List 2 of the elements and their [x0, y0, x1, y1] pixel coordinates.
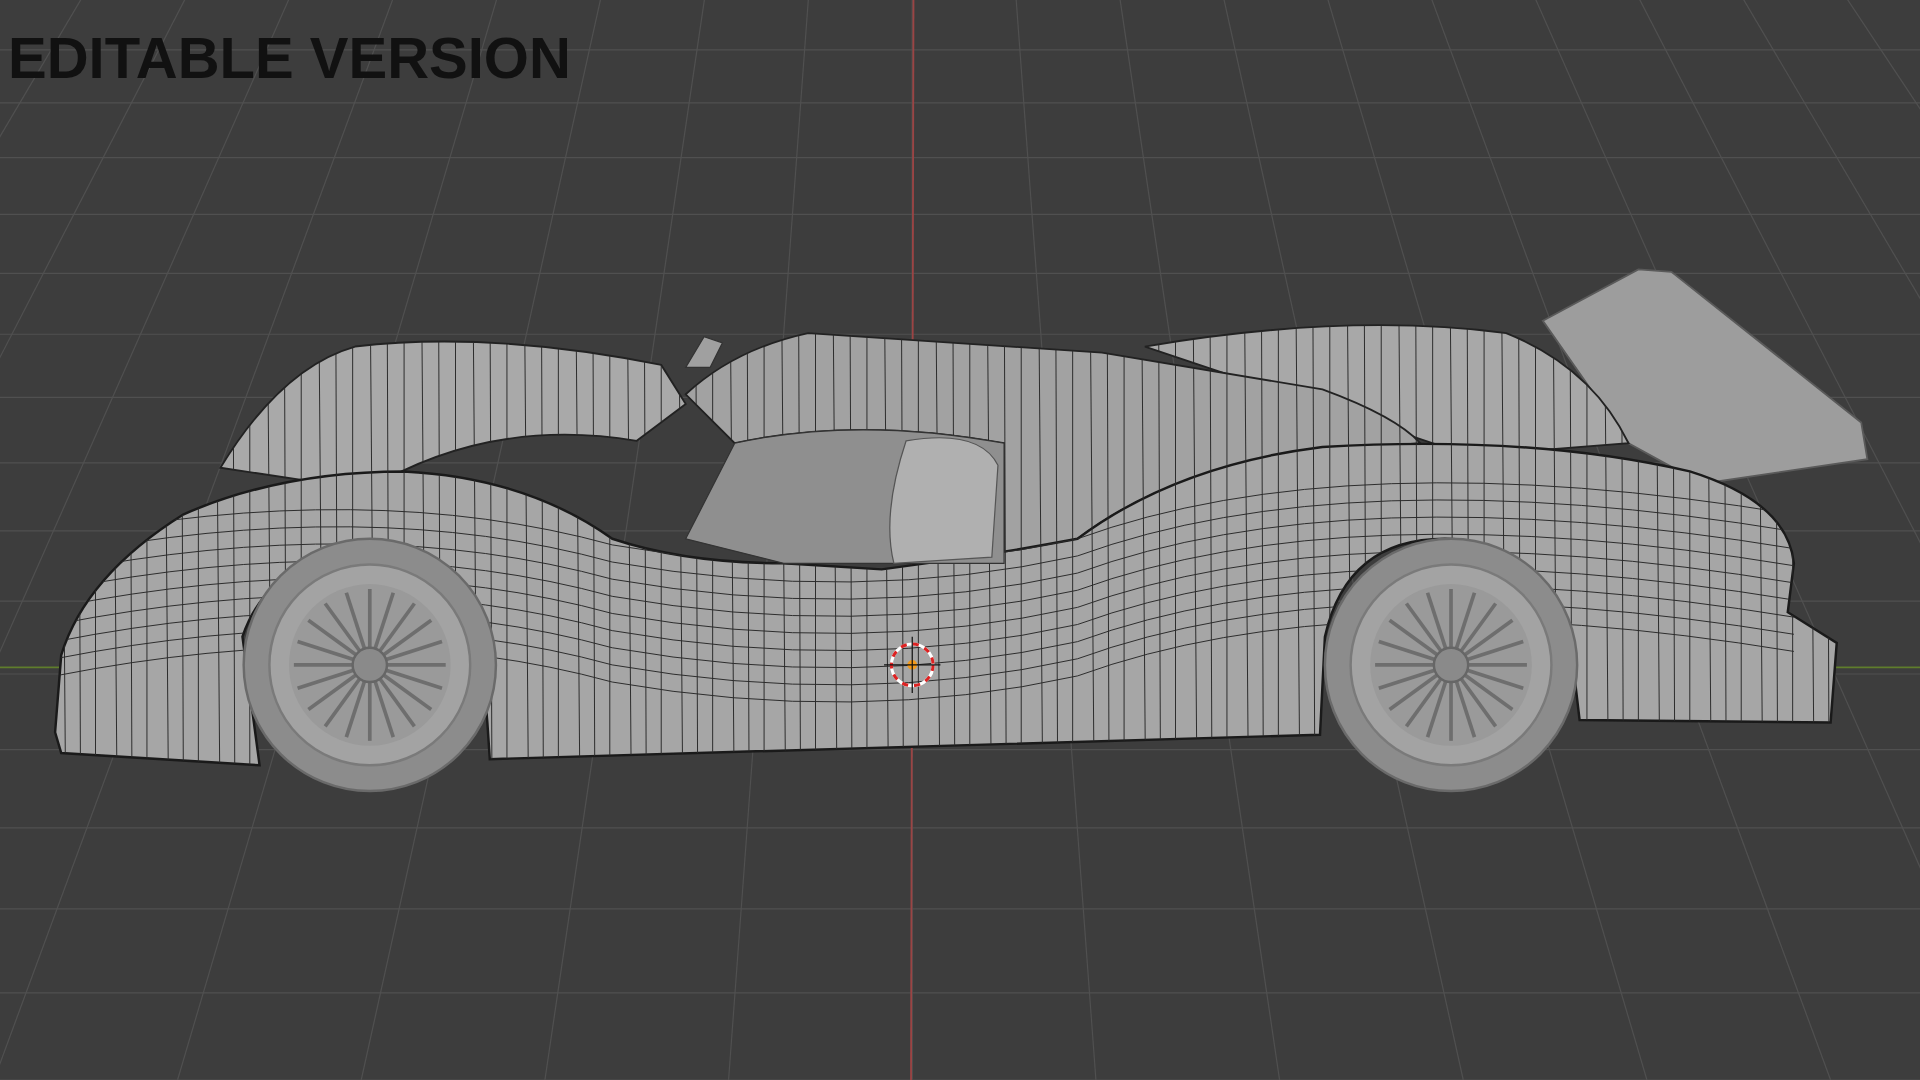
overlay-caption: EDITABLE VERSION [8, 26, 571, 90]
3d-cursor-icon [883, 636, 941, 694]
